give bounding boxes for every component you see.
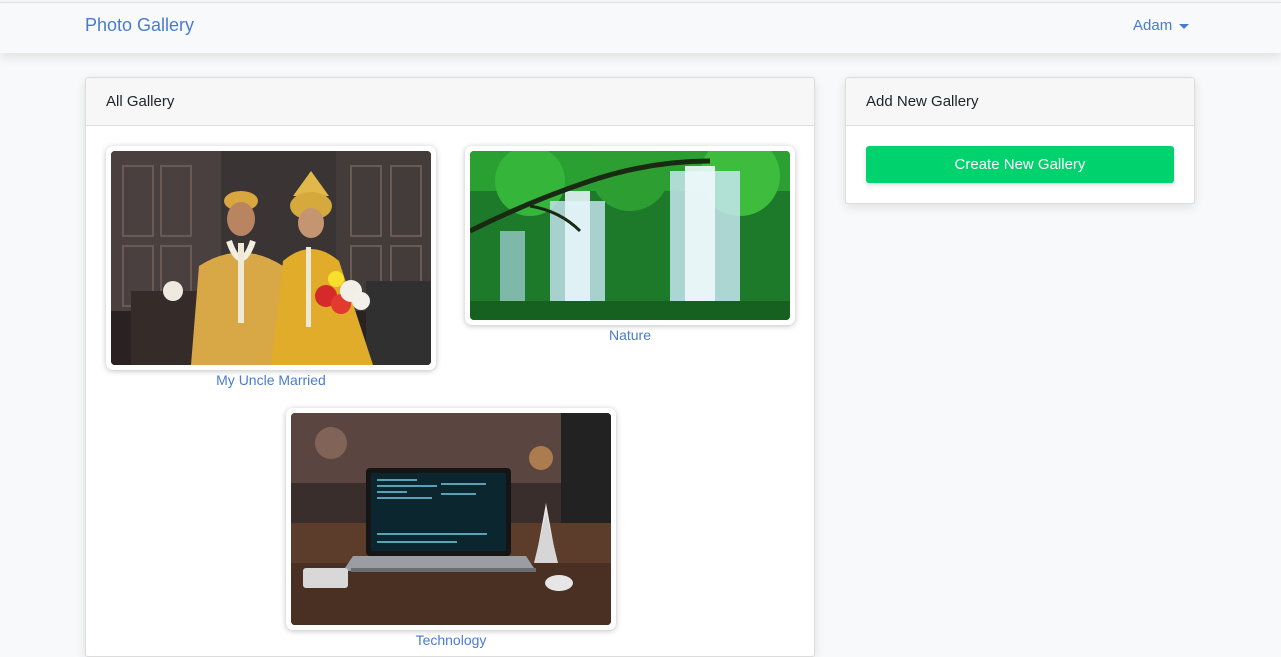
create-gallery-button[interactable]: Create New Gallery (866, 146, 1174, 183)
waterfall-photo (470, 151, 790, 320)
all-gallery-card: All Gallery My Uncle Married Nature Tech… (85, 77, 815, 657)
add-gallery-card: Add New Gallery Create New Gallery (845, 77, 1195, 204)
brand-link[interactable]: Photo Gallery (85, 15, 194, 36)
gallery-caption-nature[interactable]: Nature (465, 327, 795, 343)
all-gallery-header: All Gallery (86, 78, 814, 126)
gallery-thumbnail-wedding[interactable] (106, 146, 436, 370)
gallery-thumbnail-nature[interactable] (465, 146, 795, 325)
wedding-photo (111, 151, 431, 365)
top-navbar: Photo Gallery Adam (0, 2, 1281, 53)
laptop-photo (291, 413, 611, 625)
add-gallery-header: Add New Gallery (846, 78, 1194, 126)
caret-down-icon (1179, 23, 1190, 29)
user-dropdown[interactable]: Adam (1133, 17, 1190, 34)
gallery-caption-wedding[interactable]: My Uncle Married (106, 372, 436, 388)
gallery-caption-technology[interactable]: Technology (286, 632, 616, 648)
gallery-thumbnail-technology[interactable] (286, 408, 616, 630)
user-name: Adam (1133, 17, 1173, 34)
